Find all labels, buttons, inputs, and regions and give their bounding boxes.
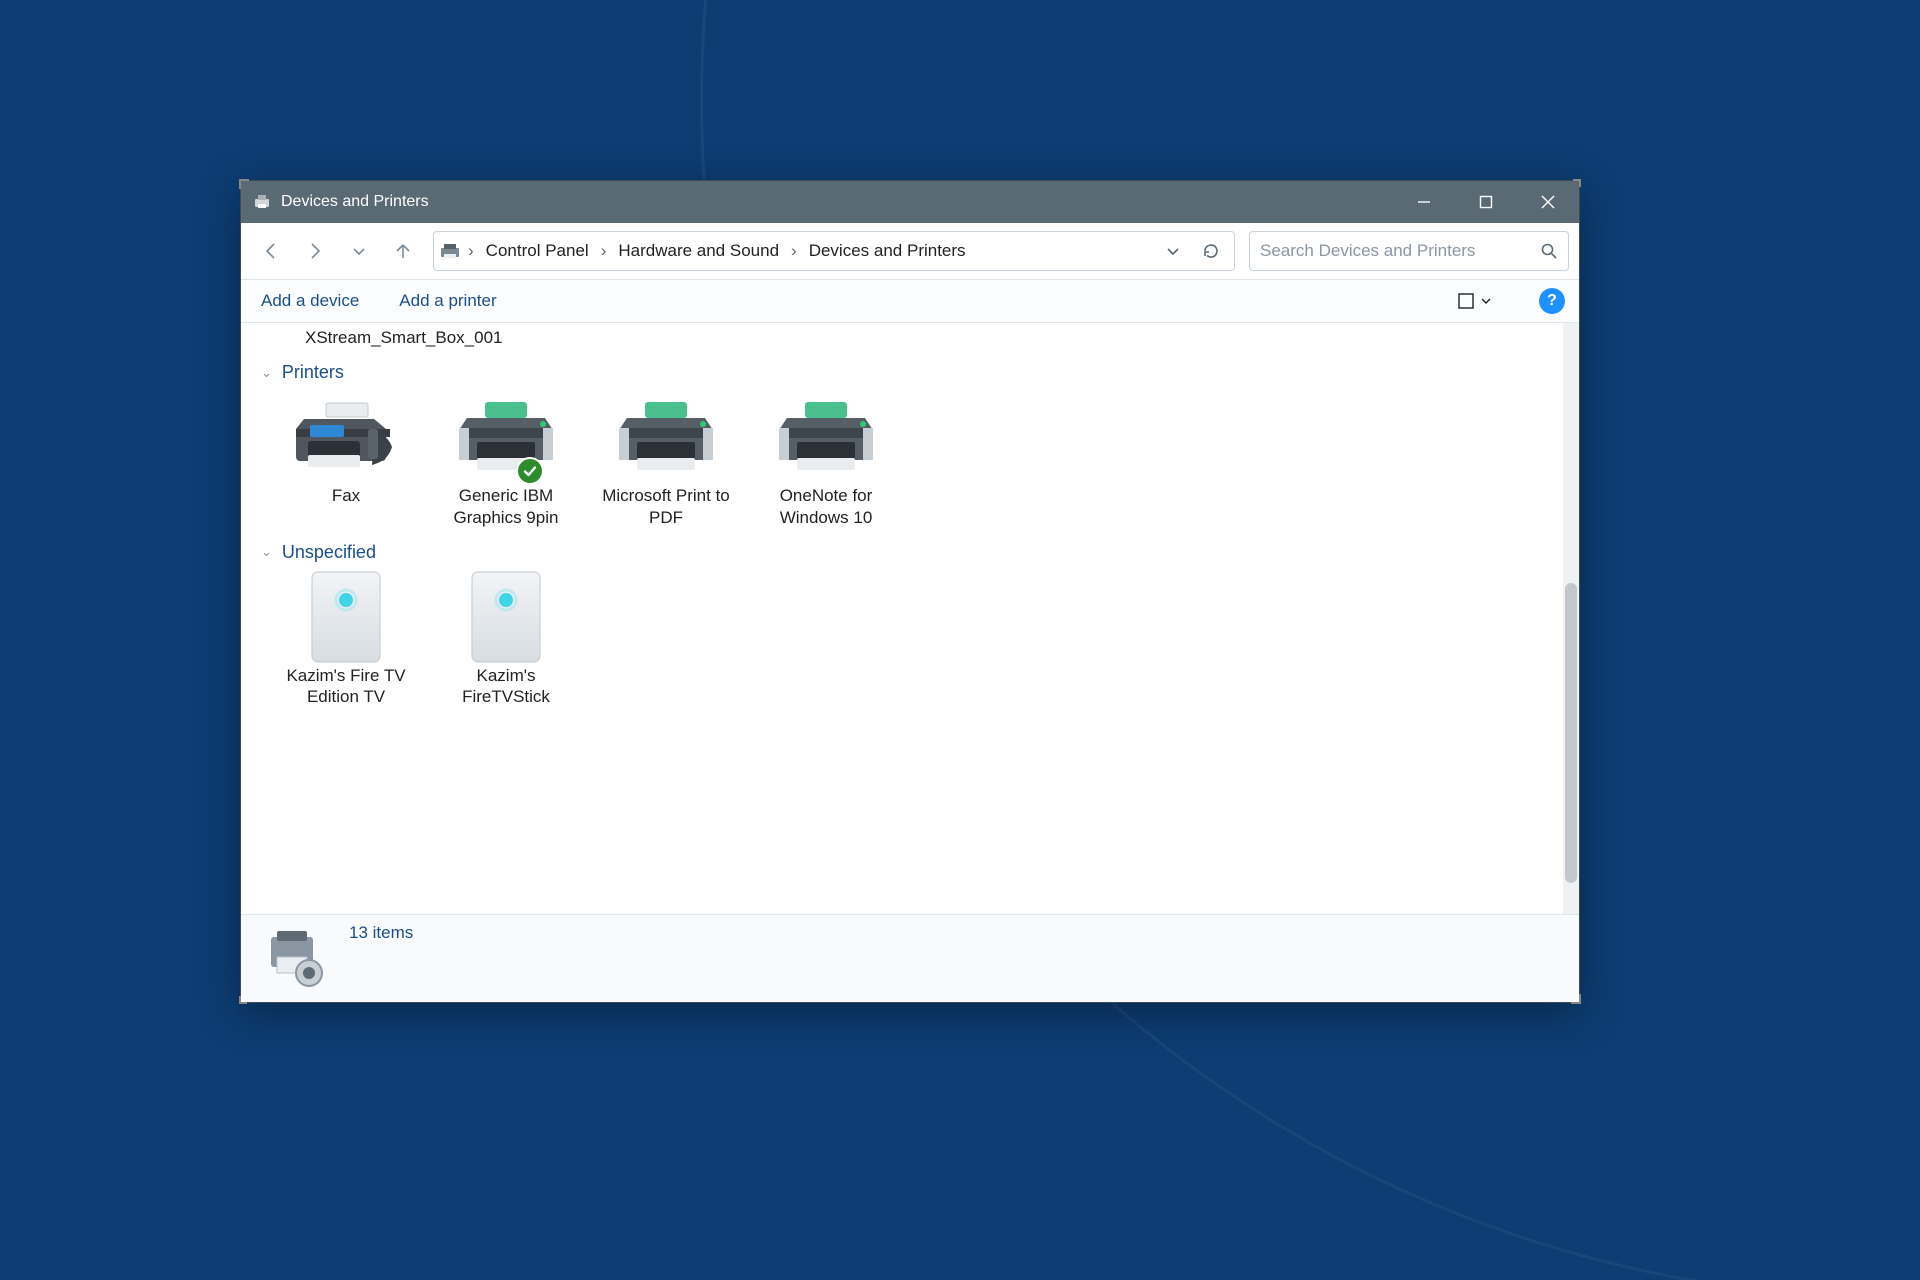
content-area: XStream_Smart_Box_001 ⌄ Printers Fax Gen… [241, 323, 1579, 914]
help-button[interactable]: ? [1539, 288, 1565, 314]
default-check-icon [516, 457, 544, 485]
section-header-unspecified[interactable]: ⌄ Unspecified [261, 542, 1559, 563]
box-icon [291, 573, 401, 661]
search-input[interactable] [1260, 241, 1540, 261]
printer-icon [611, 393, 721, 481]
printers-grid: Fax Generic IBM Graphics 9pin Microsoft … [271, 389, 1559, 528]
address-bar[interactable]: › Control Panel › Hardware and Sound › D… [433, 231, 1235, 271]
chevron-right-icon[interactable]: › [464, 237, 478, 265]
breadcrumb-hardware-sound[interactable]: Hardware and Sound [614, 237, 783, 265]
status-bar: 13 items [241, 914, 1579, 1002]
maximize-button[interactable] [1455, 181, 1517, 223]
back-button[interactable] [251, 231, 291, 271]
minimize-button[interactable] [1393, 181, 1455, 223]
breadcrumb-devices-printers[interactable]: Devices and Printers [805, 237, 970, 265]
device-label: Kazim's Fire TV Edition TV [271, 665, 421, 708]
device-item[interactable]: Generic IBM Graphics 9pin [431, 389, 581, 528]
add-device-button[interactable]: Add a device [255, 285, 365, 317]
titlebar[interactable]: Devices and Printers [241, 181, 1579, 223]
navigation-row: › Control Panel › Hardware and Sound › D… [241, 223, 1579, 279]
device-item[interactable]: Fax [271, 389, 421, 528]
recent-locations-button[interactable] [339, 231, 379, 271]
devices-printers-icon [253, 193, 271, 211]
search-icon[interactable] [1540, 242, 1558, 260]
device-label: Microsoft Print to PDF [591, 485, 741, 528]
unspecified-grid: Kazim's Fire TV Edition TV Kazim's FireT… [271, 569, 1559, 708]
devices-printers-window: Devices and Printers [240, 180, 1580, 1003]
devices-category-icon [261, 923, 331, 993]
device-label: Fax [332, 485, 360, 506]
section-title-printers: Printers [282, 362, 344, 383]
status-item-count: 13 items [349, 923, 413, 943]
device-label-leftover[interactable]: XStream_Smart_Box_001 [305, 327, 445, 348]
search-box[interactable] [1249, 231, 1569, 271]
chevron-down-icon: ⌄ [261, 365, 272, 381]
device-label: Generic IBM Graphics 9pin [431, 485, 581, 528]
address-dropdown-button[interactable] [1156, 234, 1190, 268]
refresh-button[interactable] [1194, 234, 1228, 268]
view-options-button[interactable] [1451, 288, 1497, 314]
forward-button[interactable] [295, 231, 335, 271]
close-button[interactable] [1517, 181, 1579, 223]
scrollbar-thumb[interactable] [1565, 583, 1577, 883]
breadcrumb-control-panel[interactable]: Control Panel [482, 237, 593, 265]
printer-icon [451, 393, 561, 481]
printer-icon [771, 393, 881, 481]
add-printer-button[interactable]: Add a printer [393, 285, 502, 317]
device-label: OneNote for Windows 10 [751, 485, 901, 528]
section-header-printers[interactable]: ⌄ Printers [261, 362, 1559, 383]
window-title: Devices and Printers [281, 193, 429, 211]
control-panel-icon [440, 242, 460, 260]
chevron-down-icon: ⌄ [261, 544, 272, 560]
device-item[interactable]: Microsoft Print to PDF [591, 389, 741, 528]
device-item[interactable]: Kazim's FireTVStick [431, 569, 581, 708]
device-item[interactable]: OneNote for Windows 10 [751, 389, 901, 528]
command-bar: Add a device Add a printer ? [241, 279, 1579, 323]
chevron-down-icon [1481, 296, 1491, 306]
device-item[interactable]: Kazim's Fire TV Edition TV [271, 569, 421, 708]
section-title-unspecified: Unspecified [282, 542, 376, 563]
up-button[interactable] [383, 231, 423, 271]
chevron-right-icon[interactable]: › [597, 237, 611, 265]
device-label: Kazim's FireTVStick [431, 665, 581, 708]
fax-icon [291, 393, 401, 481]
chevron-right-icon[interactable]: › [787, 237, 801, 265]
box-icon [451, 573, 561, 661]
